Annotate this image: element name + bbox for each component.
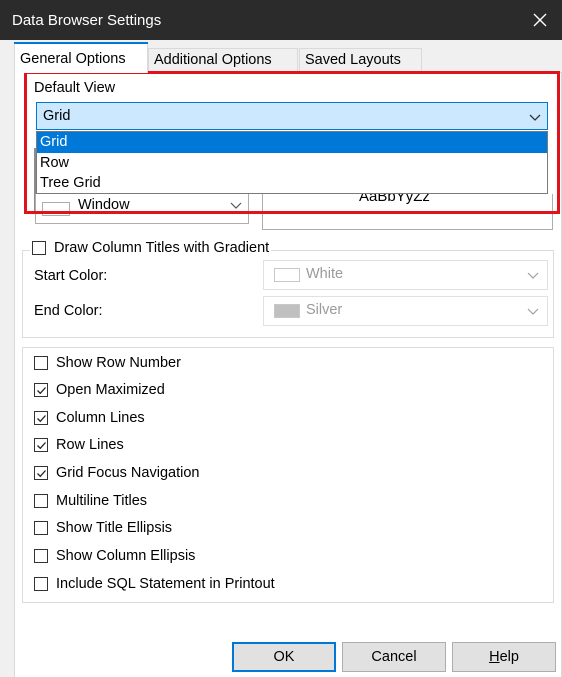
option-label: Multiline Titles: [56, 493, 148, 509]
white-swatch: [274, 268, 300, 282]
end-color-value: Silver: [306, 302, 343, 318]
end-color-label: End Color:: [34, 303, 103, 319]
checkbox-box: [34, 356, 48, 370]
option-label: Show Column Ellipsis: [56, 548, 196, 564]
option-label: Open Maximized: [56, 382, 165, 398]
option-checkbox[interactable]: Include SQL Statement in Printout: [34, 576, 275, 592]
start-color-value: White: [306, 266, 344, 282]
option-label: Row Lines: [56, 437, 124, 453]
tab-additional-options[interactable]: Additional Options: [148, 48, 298, 72]
option-label: Show Row Number: [56, 355, 181, 371]
checkmark-icon: [36, 414, 46, 422]
close-button[interactable]: [518, 0, 562, 40]
cancel-button[interactable]: Cancel: [342, 642, 446, 672]
chevron-down-icon: [527, 272, 539, 279]
option-checkbox[interactable]: Show Column Ellipsis: [34, 548, 195, 564]
option-checkbox[interactable]: Row Lines: [34, 437, 124, 453]
option-checkbox[interactable]: Open Maximized: [34, 382, 165, 398]
tab-general-options[interactable]: General Options: [14, 42, 148, 73]
checkbox-checked: [34, 466, 48, 480]
checkbox-box: [32, 241, 46, 255]
start-color-select[interactable]: White: [263, 260, 548, 290]
gradient-checkbox-label: Draw Column Titles with Gradient: [54, 240, 270, 256]
chevron-down-icon: [527, 308, 539, 315]
start-color-label: Start Color:: [34, 268, 108, 284]
help-mnemonic: H: [489, 649, 500, 665]
option-label: Show Title Ellipsis: [56, 520, 173, 536]
dialog-window: Data Browser Settings General Options Ad…: [0, 0, 562, 677]
checkmark-icon: [36, 386, 46, 394]
option-label: Grid Focus Navigation: [56, 465, 200, 481]
gradient-checkbox[interactable]: Draw Column Titles with Gradient: [30, 240, 272, 256]
checkbox-checked: [34, 411, 48, 425]
help-button[interactable]: Help: [452, 642, 556, 672]
checkbox-checked: [34, 383, 48, 397]
window-title: Data Browser Settings: [12, 12, 162, 29]
option-checkbox[interactable]: Column Lines: [34, 410, 145, 426]
checkmark-icon: [36, 469, 46, 477]
option-checkbox[interactable]: Show Row Number: [34, 355, 181, 371]
option-checkbox[interactable]: Grid Focus Navigation: [34, 465, 199, 481]
checkbox-box: [34, 577, 48, 591]
close-icon: [533, 13, 547, 27]
option-label: Include SQL Statement in Printout: [56, 576, 275, 592]
option-label: Column Lines: [56, 410, 145, 426]
checkbox-box: [34, 521, 48, 535]
option-checkbox[interactable]: Multiline Titles: [34, 493, 147, 509]
checkmark-icon: [36, 441, 46, 449]
option-checkbox[interactable]: Show Title Ellipsis: [34, 520, 172, 536]
end-color-select[interactable]: Silver: [263, 296, 548, 326]
checkbox-box: [34, 494, 48, 508]
checkbox-box: [34, 549, 48, 563]
title-bar: Data Browser Settings: [0, 0, 562, 40]
help-label-rest: elp: [499, 649, 519, 665]
highlight-annotation-box: [24, 71, 560, 214]
checkbox-checked: [34, 438, 48, 452]
ok-button[interactable]: OK: [232, 642, 336, 672]
silver-swatch: [274, 304, 300, 318]
tab-saved-layouts[interactable]: Saved Layouts: [299, 48, 422, 72]
